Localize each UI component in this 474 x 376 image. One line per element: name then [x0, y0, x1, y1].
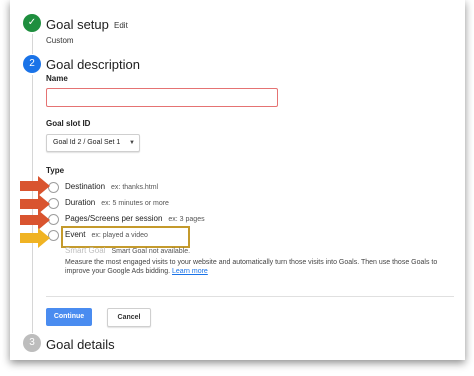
example-destination: ex: thanks.html — [111, 184, 159, 191]
step-connector — [32, 34, 33, 54]
smart-goal-note: Smart Goal not available. — [111, 248, 191, 255]
divider — [46, 296, 454, 297]
step-2-title: Goal description — [46, 57, 140, 72]
continue-button[interactable]: Continue — [46, 308, 92, 326]
name-label: Name — [46, 74, 68, 83]
event-highlight-box — [61, 226, 190, 248]
example-pages: ex: 3 pages — [168, 216, 205, 223]
edit-link[interactable]: Edit — [114, 21, 128, 30]
step-complete-icon: ✓ — [23, 14, 41, 32]
arrow-right-icon — [20, 210, 50, 230]
goal-slot-dropdown[interactable]: Goal Id 2 / Goal Set 1 ▼ — [46, 134, 140, 152]
cancel-button[interactable]: Cancel — [107, 308, 151, 327]
goal-setup-panel: ✓ Goal setup Edit Custom 2 Goal descript… — [10, 0, 465, 360]
step-3-title: Goal details — [46, 337, 115, 352]
step-1-subtitle: Custom — [46, 36, 74, 45]
goal-name-input[interactable] — [46, 88, 278, 107]
type-label: Type — [46, 166, 65, 175]
option-pages-per-session[interactable]: Pages/Screens per session ex: 3 pages — [65, 214, 205, 223]
arrow-right-icon — [20, 176, 50, 196]
learn-more-link[interactable]: Learn more — [172, 268, 208, 275]
goal-slot-label: Goal slot ID — [46, 119, 91, 128]
option-destination[interactable]: Destination ex: thanks.html — [65, 182, 158, 191]
arrow-right-icon — [20, 228, 50, 248]
step-1-title: Goal setup — [46, 17, 109, 32]
option-duration[interactable]: Duration ex: 5 minutes or more — [65, 198, 169, 207]
example-duration: ex: 5 minutes or more — [101, 200, 169, 207]
step-2-badge: 2 — [23, 55, 41, 73]
option-smart-goal: Smart Goal Smart Goal not available. — [65, 246, 191, 255]
goal-slot-value: Goal Id 2 / Goal Set 1 — [53, 139, 121, 146]
smart-goal-description: Measure the most engaged visits to your … — [65, 259, 438, 275]
step-3-badge: 3 — [23, 334, 41, 352]
caret-down-icon: ▼ — [129, 140, 135, 146]
